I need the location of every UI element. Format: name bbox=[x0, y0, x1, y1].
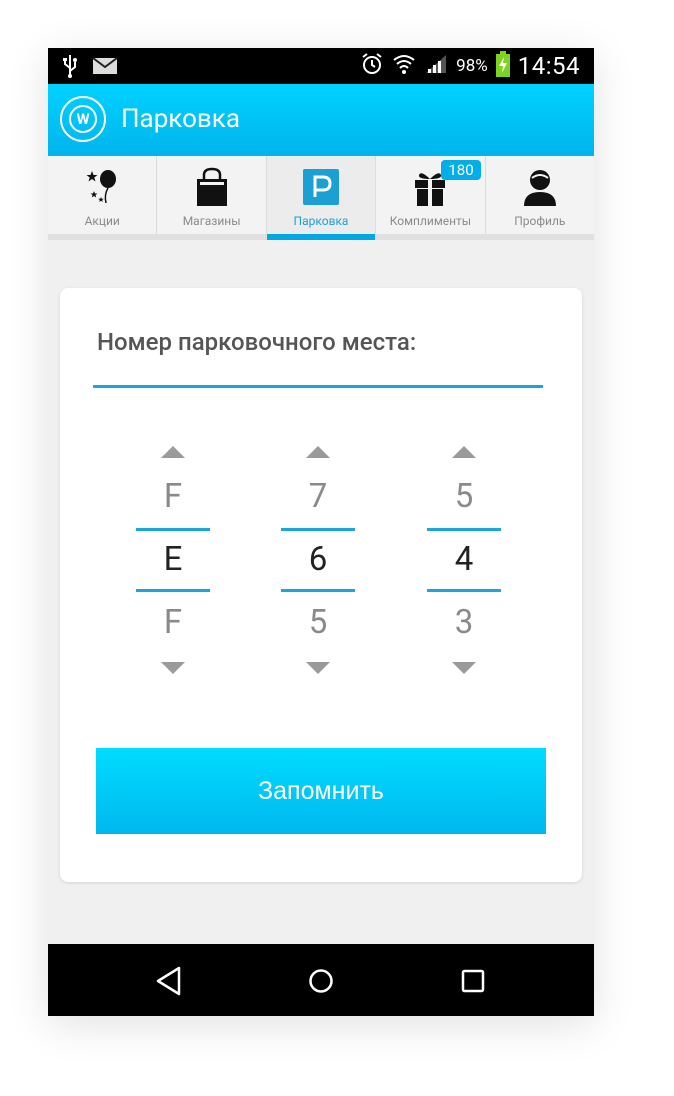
tab-label: Парковка bbox=[293, 214, 349, 228]
battery-charging-icon bbox=[495, 51, 510, 81]
picker-selected-value: 6 bbox=[281, 528, 355, 592]
tab-promotions[interactable]: Акции bbox=[48, 156, 158, 234]
picker-next-value[interactable]: 3 bbox=[427, 592, 501, 654]
page-title: Парковка bbox=[121, 104, 240, 134]
tab-label: Комплименты bbox=[389, 214, 472, 228]
app-bar: W Парковка bbox=[48, 84, 594, 156]
picker-next-value[interactable]: 5 bbox=[281, 592, 355, 654]
home-icon[interactable] bbox=[304, 964, 338, 998]
picker-prev-value[interactable]: F bbox=[136, 466, 210, 528]
balloons-icon bbox=[82, 166, 122, 208]
tab-label: Магазины bbox=[182, 214, 241, 228]
picker-prev-value[interactable]: 7 bbox=[281, 466, 355, 528]
arrow-down-icon[interactable] bbox=[452, 662, 476, 674]
app-logo-letter: W bbox=[69, 105, 97, 133]
navigation-bar bbox=[48, 944, 594, 1016]
picker-next-value[interactable]: F bbox=[136, 592, 210, 654]
back-icon[interactable] bbox=[152, 964, 186, 998]
tab-parking[interactable]: Парковка bbox=[266, 156, 377, 240]
save-button[interactable]: Запомнить bbox=[96, 748, 546, 834]
title-divider bbox=[93, 385, 543, 388]
parking-spot-card: Номер парковочного места: F E F 7 6 5 5 … bbox=[60, 288, 582, 882]
picker-digit-1[interactable]: 7 6 5 bbox=[281, 446, 355, 674]
notification-badge: 180 bbox=[441, 160, 481, 180]
phone-frame: 98% 14:54 W Парковка Акции Магазины Парк… bbox=[48, 48, 594, 1016]
battery-percent: 98% bbox=[456, 56, 488, 76]
tab-label: Профиль bbox=[514, 214, 566, 228]
picker-prev-value[interactable]: 5 bbox=[427, 466, 501, 528]
arrow-down-icon[interactable] bbox=[161, 662, 185, 674]
tab-label: Акции bbox=[84, 214, 120, 228]
app-logo[interactable]: W bbox=[60, 96, 106, 142]
picker-digit-2[interactable]: 5 4 3 bbox=[427, 446, 501, 674]
tab-compliments[interactable]: Комплименты 180 bbox=[376, 156, 486, 234]
arrow-up-icon[interactable] bbox=[161, 446, 185, 458]
profile-icon bbox=[522, 166, 558, 208]
clock: 14:54 bbox=[517, 52, 580, 80]
picker-selected-value: 4 bbox=[427, 528, 501, 592]
tab-shops[interactable]: Магазины bbox=[157, 156, 267, 234]
shopping-bag-icon bbox=[195, 166, 229, 208]
wifi-icon bbox=[392, 53, 416, 79]
status-bar: 98% 14:54 bbox=[48, 48, 594, 84]
picker-letter[interactable]: F E F bbox=[136, 446, 210, 674]
usb-icon bbox=[62, 54, 78, 82]
arrow-down-icon[interactable] bbox=[306, 662, 330, 674]
mail-icon bbox=[92, 57, 118, 79]
tab-profile[interactable]: Профиль bbox=[486, 156, 594, 234]
arrow-up-icon[interactable] bbox=[306, 446, 330, 458]
recent-apps-icon[interactable] bbox=[456, 964, 490, 998]
signal-icon bbox=[424, 53, 448, 79]
picker-selected-value: E bbox=[136, 528, 210, 592]
alarm-icon bbox=[360, 52, 384, 80]
tab-bar: Акции Магазины Парковка Комплименты 180 … bbox=[48, 156, 594, 240]
card-title: Номер парковочного места: bbox=[97, 328, 417, 356]
arrow-up-icon[interactable] bbox=[452, 446, 476, 458]
parking-icon bbox=[303, 166, 340, 208]
